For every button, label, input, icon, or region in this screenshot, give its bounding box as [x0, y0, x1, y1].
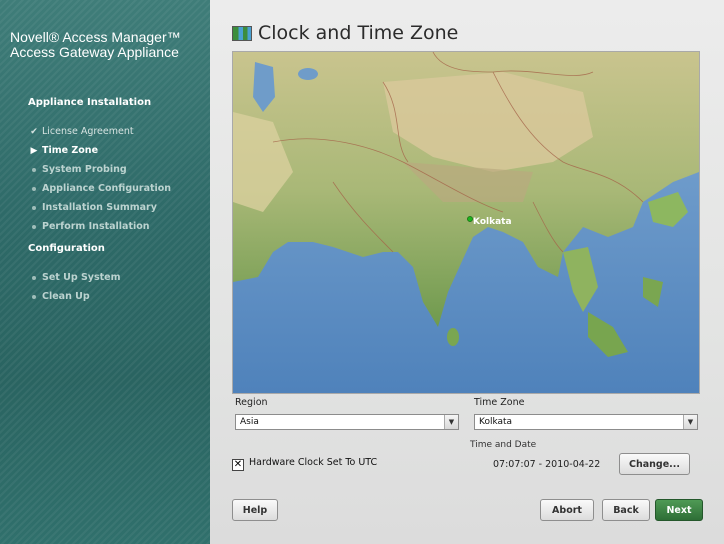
- sidebar-step: System Probing: [26, 160, 206, 179]
- time-and-date-label: Time and Date: [470, 440, 537, 450]
- checkmark-icon: ✔: [30, 126, 38, 137]
- sidebar-step-label: Time Zone: [42, 145, 99, 156]
- sidebar-step-label: Installation Summary: [42, 202, 157, 213]
- back-button[interactable]: Back: [602, 499, 650, 521]
- sidebar-step-label: License Agreement: [42, 126, 134, 137]
- sidebar-step: ▶ Time Zone: [26, 141, 206, 160]
- bullet-icon: [26, 292, 42, 302]
- help-button[interactable]: Help: [232, 499, 278, 521]
- chevron-down-icon[interactable]: ▼: [444, 415, 458, 429]
- sidebar-step-label: Perform Installation: [42, 221, 150, 232]
- bullet-icon: [26, 184, 42, 194]
- region-value: Asia: [240, 417, 259, 427]
- sidebar-step-label: Set Up System: [42, 272, 121, 283]
- time-and-date-value: 07:07:07 - 2010-04-22: [493, 459, 601, 470]
- hardware-clock-label[interactable]: Hardware Clock Set To UTC: [249, 457, 377, 468]
- map-graphic: Kolkata: [233, 52, 699, 393]
- region-select[interactable]: Asia ▼: [235, 414, 459, 430]
- sidebar-step: Appliance Configuration: [26, 179, 206, 198]
- change-button[interactable]: Change...: [619, 453, 690, 475]
- product-line-1: Novell® Access Manager™: [10, 29, 181, 45]
- sidebar-step-label: Clean Up: [42, 291, 90, 302]
- page-title: Clock and Time Zone: [258, 22, 459, 44]
- page-header: Clock and Time Zone: [232, 20, 458, 46]
- map-marker-label: Kolkata: [473, 217, 512, 227]
- main-panel: Clock and Time Zone Kolkata Region Asia …: [210, 0, 724, 544]
- bullet-icon: [26, 203, 42, 213]
- chevron-down-icon[interactable]: ▼: [683, 415, 697, 429]
- timezone-label: Time Zone: [474, 397, 525, 408]
- hardware-clock-checkbox[interactable]: ✕: [232, 459, 244, 471]
- timezone-select[interactable]: Kolkata ▼: [474, 414, 698, 430]
- next-button[interactable]: Next: [655, 499, 703, 521]
- product-line-2: Access Gateway Appliance: [10, 44, 179, 60]
- sidebar-step: Clean Up: [26, 287, 206, 306]
- kolkata-marker[interactable]: [467, 216, 473, 222]
- install-steps-list: ✔ License Agreement ▶ Time Zone System Probi…: [26, 122, 206, 236]
- sidebar-step-label: System Probing: [42, 164, 127, 175]
- world-map-icon: [232, 25, 252, 41]
- config-steps-list: Set Up System Clean Up: [26, 268, 206, 306]
- bullet-icon: [26, 273, 42, 283]
- sidebar-step: Installation Summary: [26, 198, 206, 217]
- section-configuration: Configuration: [28, 243, 105, 254]
- abort-button[interactable]: Abort: [540, 499, 594, 521]
- sidebar-step-label: Appliance Configuration: [42, 183, 172, 194]
- bullet-icon: [26, 222, 42, 232]
- product-name: Novell® Access Manager™ Access Gateway A…: [10, 30, 181, 60]
- arrow-right-icon: ▶: [30, 145, 38, 156]
- time-zone-map[interactable]: Kolkata: [232, 51, 700, 394]
- sidebar-step: Perform Installation: [26, 217, 206, 236]
- sidebar-step: Set Up System: [26, 268, 206, 287]
- section-appliance-installation: Appliance Installation: [28, 97, 152, 108]
- timezone-value: Kolkata: [479, 417, 513, 427]
- sidebar: Novell® Access Manager™ Access Gateway A…: [0, 0, 210, 544]
- bullet-icon: [26, 165, 42, 175]
- sidebar-step: ✔ License Agreement: [26, 122, 206, 141]
- region-label: Region: [235, 397, 268, 408]
